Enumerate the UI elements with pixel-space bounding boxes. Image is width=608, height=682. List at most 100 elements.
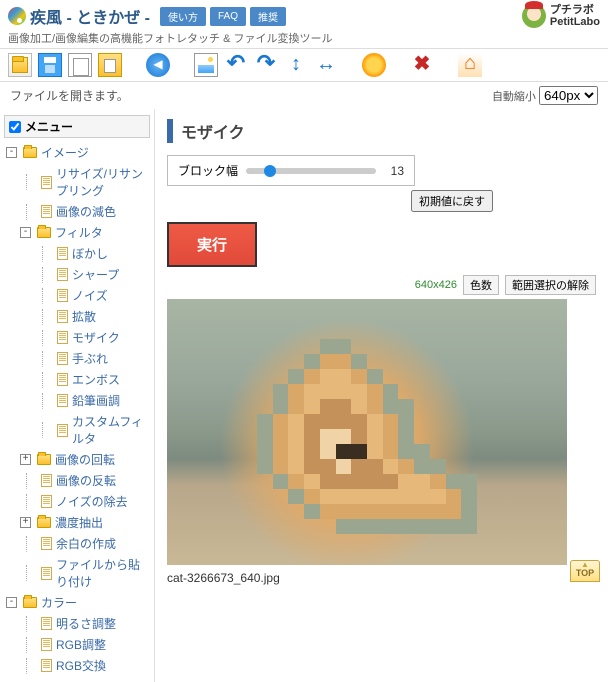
flip-horizontal-icon[interactable] xyxy=(314,53,338,77)
page-icon xyxy=(41,176,52,189)
folder-icon xyxy=(37,517,51,528)
page-icon xyxy=(41,617,52,630)
recommend-button[interactable]: 推奨 xyxy=(250,7,286,26)
tree-item[interactable]: シャープ xyxy=(4,264,150,285)
tree-item[interactable]: エンボス xyxy=(4,369,150,390)
tree-item-label: ノイズ xyxy=(72,287,108,304)
tree-item[interactable]: 鉛筆画調 xyxy=(4,390,150,411)
menu-title: メニュー xyxy=(25,118,73,135)
tree-item[interactable]: カスタムフィルタ xyxy=(4,411,150,449)
tree-toggle-icon[interactable]: - xyxy=(6,147,17,158)
image-canvas[interactable] xyxy=(167,299,567,565)
tree-item-label: 余白の作成 xyxy=(56,535,116,552)
folder-icon xyxy=(37,454,51,465)
tree-item[interactable]: 余白の作成 xyxy=(4,533,150,554)
page-icon xyxy=(57,289,68,302)
save-icon[interactable] xyxy=(38,53,62,77)
tree-item[interactable]: 拡散 xyxy=(4,306,150,327)
app-title: 疾風 - ときかぜ - xyxy=(30,4,150,28)
tree-item-label: ノイズの除去 xyxy=(56,493,128,510)
home-icon[interactable] xyxy=(458,53,482,77)
reset-button[interactable]: 初期値に戻す xyxy=(411,190,493,212)
tree-item[interactable]: モザイク xyxy=(4,327,150,348)
tree-item[interactable]: + 濃度抽出 xyxy=(4,512,150,533)
tree-item-label: 画像の減色 xyxy=(56,203,116,220)
filename-label: cat-3266673_640.jpg xyxy=(167,571,596,585)
folder-icon xyxy=(37,227,51,238)
page-icon xyxy=(57,394,68,407)
tree-item-label: シャープ xyxy=(72,266,119,283)
block-width-slider[interactable] xyxy=(246,168,376,174)
tree-item-label: 濃度抽出 xyxy=(55,514,103,531)
page-icon xyxy=(57,247,68,260)
tree-item[interactable]: 画像の反転 xyxy=(4,470,150,491)
tree-item-label: カスタムフィルタ xyxy=(72,413,150,447)
tree-toggle-icon[interactable]: - xyxy=(20,227,31,238)
sidebar: メニュー - イメージリサイズ/リサンプリング画像の減色 -フィルタぼかしシャープノ… xyxy=(0,109,155,682)
tree-item[interactable]: ファイルから貼り付け xyxy=(4,554,150,592)
toolbar xyxy=(0,48,608,82)
tree-toggle-icon[interactable]: + xyxy=(20,454,31,465)
tree-item-label: 鉛筆画調 xyxy=(72,392,120,409)
brightness-icon[interactable] xyxy=(362,53,386,77)
tree-item-label: 画像の反転 xyxy=(56,472,116,489)
undo-icon[interactable] xyxy=(146,53,170,77)
rotate-left-icon[interactable] xyxy=(224,53,248,77)
param-value: 13 xyxy=(384,164,404,178)
page-icon xyxy=(41,659,52,672)
faq-button[interactable]: FAQ xyxy=(210,7,246,26)
page-icon xyxy=(41,474,52,487)
paste-icon[interactable] xyxy=(98,53,122,77)
folder-icon xyxy=(23,147,37,158)
brand-name-jp: プチラボ xyxy=(550,4,600,16)
tree-item[interactable]: 明るさ調整 xyxy=(4,613,150,634)
tree-toggle-icon[interactable]: + xyxy=(20,517,31,528)
tree-item-label: ぼかし xyxy=(72,245,108,262)
page-icon xyxy=(57,424,68,437)
tree-item[interactable]: リサイズ/リサンプリング xyxy=(4,163,150,201)
delete-icon[interactable] xyxy=(410,53,434,77)
tree-item[interactable]: - イメージ xyxy=(4,142,150,163)
tree-item-label: RGB交換 xyxy=(56,657,106,674)
mascot-icon xyxy=(522,4,546,28)
page-icon xyxy=(57,310,68,323)
subtitle: 画像加工/画像編集の高機能フォトレタッチ & ファイル変換ツール xyxy=(8,30,333,46)
tree-item[interactable]: 手ぶれ xyxy=(4,348,150,369)
scroll-top-button[interactable]: TOP xyxy=(570,560,600,582)
tree-item[interactable]: -フィルタ xyxy=(4,222,150,243)
tree-item[interactable]: 画像の減色 xyxy=(4,201,150,222)
tree-item[interactable]: +画像の回転 xyxy=(4,449,150,470)
deselect-button[interactable]: 範囲選択の解除 xyxy=(505,275,596,295)
howto-button[interactable]: 使い方 xyxy=(160,7,206,26)
status-bar: ファイルを開きます。 自動縮小 640px xyxy=(0,82,608,109)
tree-item[interactable]: RGB調整 xyxy=(4,634,150,655)
flip-vertical-icon[interactable] xyxy=(284,53,308,77)
tree-item[interactable]: ノイズの除去 xyxy=(4,491,150,512)
brand-name-en: PetitLabo xyxy=(550,16,600,28)
tree-item[interactable]: ぼかし xyxy=(4,243,150,264)
folder-icon xyxy=(23,597,37,608)
page-icon xyxy=(57,352,68,365)
tree-item-label: イメージ xyxy=(41,144,89,161)
tree-item-label: カラー xyxy=(41,594,77,611)
image-icon[interactable] xyxy=(194,53,218,77)
tree-item[interactable]: - カラー xyxy=(4,592,150,613)
open-icon[interactable] xyxy=(8,53,32,77)
rotate-right-icon[interactable] xyxy=(254,53,278,77)
param-box: ブロック幅 13 xyxy=(167,155,415,186)
image-dimensions: 640x426 xyxy=(415,279,457,291)
tree-item-label: ファイルから貼り付け xyxy=(56,556,150,590)
tree-item-label: 拡散 xyxy=(72,308,96,325)
execute-button[interactable]: 実行 xyxy=(167,222,257,267)
colors-button[interactable]: 色数 xyxy=(463,275,499,295)
zoom-select[interactable]: 640px xyxy=(539,86,598,105)
tree-item[interactable]: ノイズ xyxy=(4,285,150,306)
tree-toggle-icon[interactable]: - xyxy=(6,597,17,608)
status-text: ファイルを開きます。 xyxy=(10,87,129,104)
copy-icon[interactable] xyxy=(68,53,92,77)
tree-item[interactable]: RGB交換 xyxy=(4,655,150,676)
menu-header: メニュー xyxy=(4,115,150,138)
brand-logo[interactable]: プチラボ PetitLabo xyxy=(522,4,600,28)
tree-item-label: 手ぶれ xyxy=(72,350,108,367)
menu-toggle-checkbox[interactable] xyxy=(9,121,21,133)
